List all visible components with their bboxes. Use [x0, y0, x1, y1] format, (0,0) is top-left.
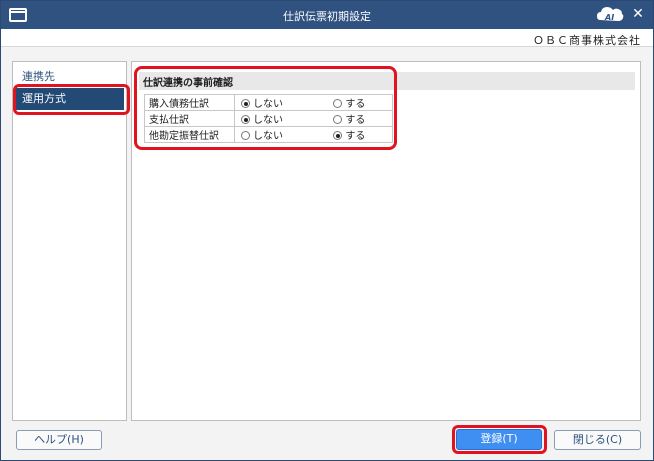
- dialog-window: 仕訳伝票初期設定 AI ✕ ＯＢＣ商事株式会社 連携先 運用方式 仕訳連携の事前…: [0, 0, 654, 461]
- window-title: 仕訳伝票初期設定: [283, 10, 371, 23]
- help-button[interactable]: ヘルプ(H): [16, 430, 102, 450]
- highlight-box: [13, 84, 130, 115]
- company-name: ＯＢＣ商事株式会社: [533, 34, 641, 47]
- svg-text:AI: AI: [604, 13, 614, 22]
- highlight-box: [134, 66, 397, 150]
- close-icon[interactable]: ✕: [630, 6, 646, 22]
- close-button[interactable]: 閉じる(C): [554, 430, 641, 450]
- title-bar: 仕訳伝票初期設定 AI ✕: [1, 1, 653, 29]
- ai-cloud-logo-icon: AI: [597, 7, 624, 22]
- company-bar: ＯＢＣ商事株式会社: [1, 29, 653, 47]
- sidebar: 連携先 運用方式: [12, 61, 127, 421]
- highlight-box: [452, 425, 547, 454]
